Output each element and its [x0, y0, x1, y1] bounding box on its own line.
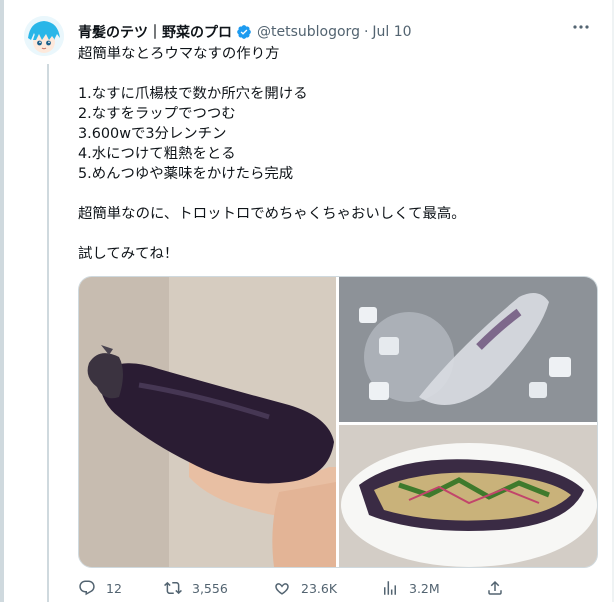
- finished-dish-illustration: [339, 425, 597, 567]
- media-grid: [78, 276, 598, 568]
- tweet-date[interactable]: Jul 10: [372, 24, 411, 40]
- display-name[interactable]: 青髪のテツ｜野菜のプロ: [78, 22, 232, 42]
- retweet-count: 3,556: [192, 580, 228, 596]
- photo-eggplant-in-hand[interactable]: [79, 277, 336, 567]
- handle[interactable]: @tetsublogorg: [257, 24, 360, 40]
- tweet-line: 1.なすに爪楊枝で数か所穴を開ける: [78, 86, 308, 102]
- tweet-text: 超簡単なとろウマなすの作り方 1.なすに爪楊枝で数か所穴を開ける 2.なすをラッ…: [78, 44, 588, 264]
- like-button[interactable]: 23.6K: [273, 578, 337, 598]
- retweet-icon: [164, 581, 182, 595]
- more-icon[interactable]: [572, 24, 590, 30]
- avatar[interactable]: [24, 16, 64, 56]
- tweet-line-gap: [78, 64, 588, 84]
- thread-line: [47, 64, 49, 602]
- tweet-line: 試してみてね！: [78, 246, 179, 262]
- reply-button[interactable]: 12: [78, 578, 122, 598]
- tweet-line: 超簡単なのに、トロットロでめちゃくちゃおいしくて最高。: [78, 206, 466, 222]
- tweet-line-gap: [78, 184, 588, 204]
- photo-wrapped-eggplant-ice[interactable]: [339, 277, 597, 422]
- eggplant-hand-illustration: [79, 277, 336, 567]
- photo-finished-dish[interactable]: [339, 425, 597, 567]
- views-icon: [384, 581, 396, 595]
- action-bar: 12 3,556 23.6K 3.2M: [78, 578, 596, 598]
- views-button[interactable]: 3.2M: [381, 578, 440, 598]
- like-count: 23.6K: [301, 580, 338, 596]
- separator-dot: ·: [363, 24, 369, 40]
- share-button[interactable]: [486, 578, 504, 598]
- thread-frame-left: [0, 0, 4, 602]
- avatar-illustration: [24, 16, 64, 56]
- tweet-line: 4.水につけて粗熱をとる: [78, 146, 236, 162]
- reply-count: 12: [106, 580, 122, 596]
- share-icon: [488, 580, 502, 595]
- verified-icon: [237, 25, 251, 39]
- tweet-line: 3.600wで3分レンチン: [78, 126, 227, 142]
- tweet-line: 2.なすをラップでつつむ: [78, 106, 236, 122]
- reply-icon: [79, 580, 95, 596]
- tweet-line: 超簡単なとろウマなすの作り方: [78, 46, 280, 62]
- tweet-line: 5.めんつゆや薬味をかけたら完成: [78, 166, 294, 182]
- ice-bowl-illustration: [339, 277, 597, 422]
- tweet-line-gap: [78, 224, 588, 244]
- views-count: 3.2M: [409, 580, 440, 596]
- tweet-header: 青髪のテツ｜野菜のプロ @tetsublogorg · Jul 10: [78, 22, 412, 42]
- retweet-button[interactable]: 3,556: [164, 578, 228, 598]
- like-icon: [275, 583, 289, 595]
